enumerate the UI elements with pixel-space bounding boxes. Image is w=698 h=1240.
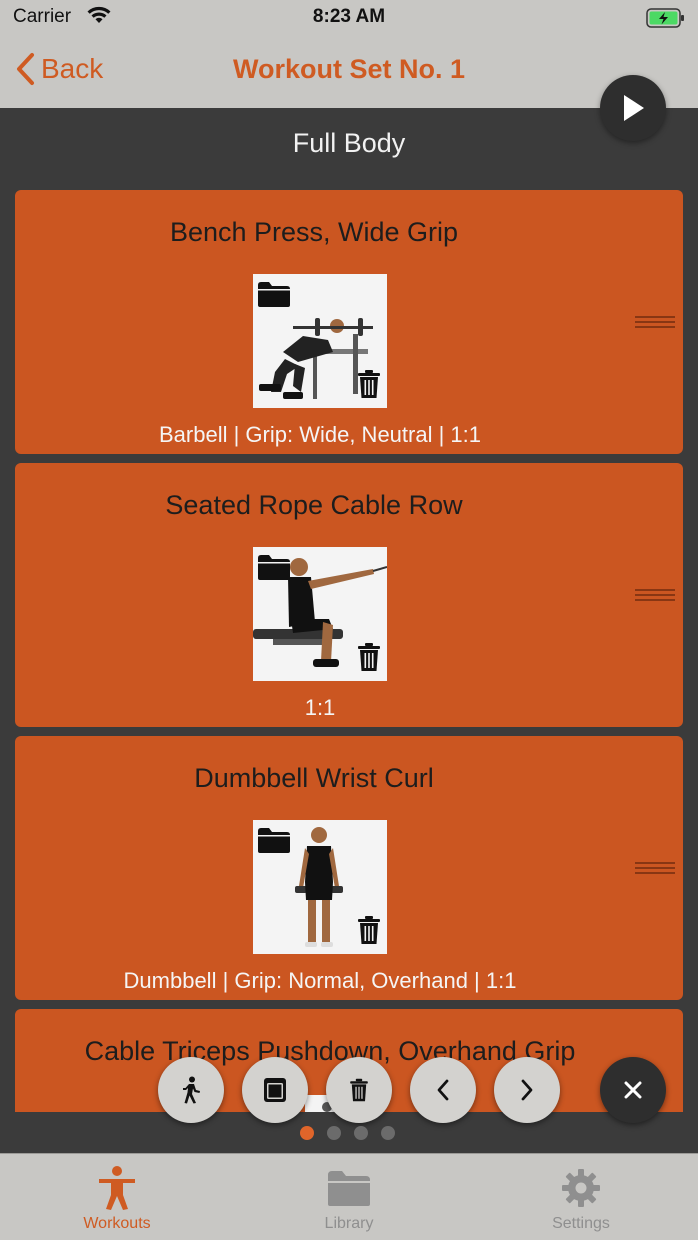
drag-handle-icon[interactable] — [635, 589, 675, 603]
trash-icon[interactable] — [357, 369, 381, 404]
page-indicator[interactable] — [300, 1126, 395, 1140]
exercise-card[interactable]: Seated Rope Cable Row 1:1 — [15, 463, 683, 727]
exercise-image[interactable] — [253, 820, 387, 954]
tab-label: Workouts — [83, 1215, 151, 1232]
exercise-card[interactable]: Bench Press, Wide Grip Barbell | Grip: W… — [15, 190, 683, 454]
start-exercise-button[interactable] — [158, 1057, 224, 1123]
close-icon — [624, 1081, 642, 1099]
exercise-image[interactable] — [253, 274, 387, 408]
folder-icon — [326, 1166, 372, 1210]
page-dot[interactable] — [327, 1126, 341, 1140]
trash-icon[interactable] — [357, 642, 381, 677]
status-bar: Carrier 8:23 AM — [0, 0, 698, 36]
walking-icon — [183, 1076, 200, 1104]
stop-button[interactable] — [242, 1057, 308, 1123]
exercise-list[interactable]: Bench Press, Wide Grip Barbell | Grip: W… — [0, 190, 698, 1112]
chevron-left-icon — [437, 1079, 449, 1101]
exercise-title: Seated Rope Cable Row — [165, 490, 463, 520]
exercise-card[interactable]: Dumbbell Wrist Curl Dumbbell | Grip: Nor… — [15, 736, 683, 1000]
page-title: Workout Set No. 1 — [232, 54, 466, 84]
drag-handle-icon[interactable] — [635, 316, 675, 330]
exercise-detail: 1:1 — [304, 695, 336, 720]
stop-icon — [264, 1078, 286, 1102]
tab-library[interactable]: Library — [233, 1154, 465, 1240]
gear-icon — [560, 1166, 602, 1210]
exercise-detail: Barbell | Grip: Wide, Neutral | 1:1 — [159, 422, 481, 447]
exercise-image[interactable] — [253, 547, 387, 681]
person-icon — [97, 1166, 137, 1210]
section-title: Full Body — [292, 128, 406, 158]
navigation-bar: Back Workout Set No. 1 — [0, 36, 698, 108]
trash-icon[interactable] — [357, 915, 381, 950]
page-dot[interactable] — [381, 1126, 395, 1140]
action-toolbar — [0, 1055, 698, 1125]
folder-icon[interactable] — [257, 826, 291, 859]
previous-button[interactable] — [410, 1057, 476, 1123]
next-button[interactable] — [494, 1057, 560, 1123]
exercise-title: Bench Press, Wide Grip — [169, 217, 459, 247]
page-dot[interactable] — [300, 1126, 314, 1140]
chevron-right-icon — [521, 1079, 533, 1101]
page-dot[interactable] — [354, 1126, 368, 1140]
clock-label: 8:23 AM — [312, 6, 386, 27]
tab-bar: Workouts Library Settings — [0, 1153, 698, 1240]
tab-workouts[interactable]: Workouts — [1, 1154, 233, 1240]
drag-handle-icon[interactable] — [635, 862, 675, 876]
tab-settings[interactable]: Settings — [465, 1154, 697, 1240]
exercise-title: Dumbbell Wrist Curl — [194, 763, 434, 793]
folder-icon[interactable] — [257, 553, 291, 586]
exercise-detail: Dumbbell | Grip: Normal, Overhand | 1:1 — [123, 968, 517, 993]
tab-label: Library — [324, 1215, 374, 1232]
folder-icon[interactable] — [257, 280, 291, 313]
delete-button[interactable] — [326, 1057, 392, 1123]
close-button[interactable] — [600, 1057, 666, 1123]
battery-icon — [646, 7, 686, 34]
play-icon — [624, 95, 644, 121]
tab-label: Settings — [552, 1215, 610, 1232]
trash-icon — [350, 1078, 368, 1102]
